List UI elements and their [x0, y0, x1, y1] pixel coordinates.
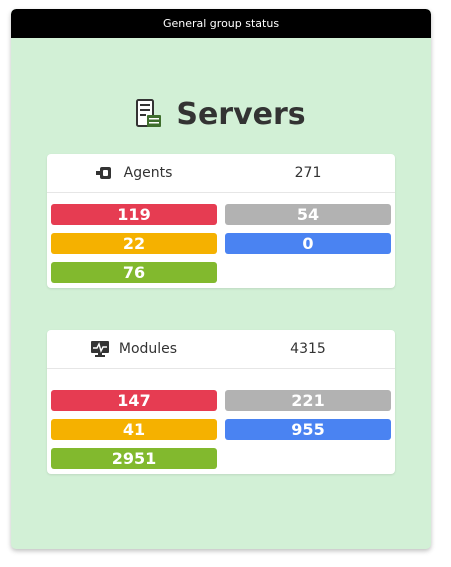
modules-warning-badge[interactable]: 41 — [51, 419, 217, 440]
modules-card: Modules 4315 147 221 41 955 2951 — [47, 330, 395, 474]
agents-total: 271 — [294, 165, 322, 181]
widget-header: General group status — [11, 9, 431, 38]
widget-header-title: General group status — [162, 17, 280, 30]
agents-warning-badge[interactable]: 22 — [51, 233, 217, 254]
modules-normal-badge[interactable]: 2951 — [51, 448, 217, 469]
agents-not-init-badge[interactable]: 0 — [225, 233, 391, 254]
modules-critical-badge[interactable]: 147 — [51, 390, 217, 411]
modules-unknown-badge[interactable]: 221 — [225, 390, 391, 411]
agents-critical-badge[interactable]: 119 — [51, 204, 217, 225]
modules-total: 4315 — [290, 341, 326, 357]
monitor-icon — [90, 341, 109, 357]
agents-normal-badge[interactable]: 76 — [51, 262, 217, 283]
agents-icon — [95, 167, 111, 179]
agents-card-header: Agents 271 — [47, 154, 395, 193]
agents-label: Agents — [123, 165, 173, 181]
modules-card-header: Modules 4315 — [47, 330, 395, 369]
modules-label-wrap: Modules — [47, 330, 221, 368]
agents-unknown-badge[interactable]: 54 — [225, 204, 391, 225]
modules-not-init-badge[interactable]: 955 — [225, 419, 391, 440]
agents-card: Agents 271 119 54 22 0 76 — [47, 154, 395, 288]
group-title: Servers — [11, 92, 431, 136]
group-status-widget: General group status Servers Agents 271 — [11, 9, 431, 549]
agents-label-wrap: Agents — [47, 154, 221, 192]
server-icon — [136, 99, 162, 127]
group-title-text: Servers — [176, 96, 306, 132]
modules-label: Modules — [118, 341, 178, 357]
